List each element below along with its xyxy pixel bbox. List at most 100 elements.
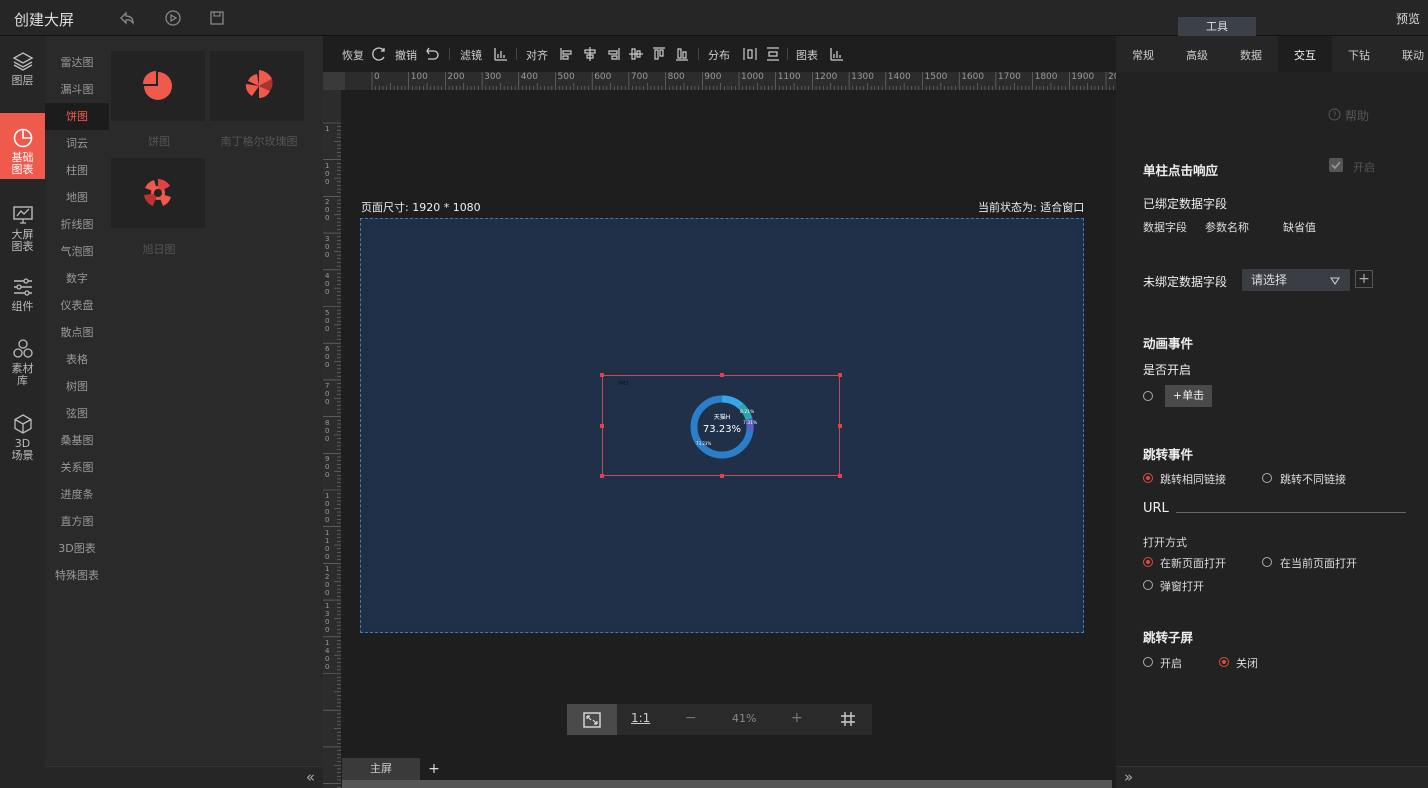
category-item[interactable]: 桑基图 [45,427,109,454]
tab-advanced[interactable]: 高级 [1186,47,1208,63]
diff-link-radio[interactable] [1262,473,1272,483]
help-link[interactable]: 帮助 [1345,107,1369,124]
category-item[interactable]: 散点图 [45,319,109,346]
back-icon[interactable] [118,9,136,27]
grid-icon[interactable] [841,712,855,726]
tool-tab[interactable]: 工具 [1178,17,1256,36]
category-item[interactable]: 数字 [45,265,109,292]
resize-handle[interactable] [720,373,724,377]
collapse-left-icon[interactable]: « [306,768,315,786]
tab-drilldown[interactable]: 下钻 [1348,47,1370,63]
tab-data[interactable]: 数据 [1240,47,1262,63]
category-item[interactable]: 表格 [45,346,109,373]
undo-icon[interactable] [424,46,440,62]
filter-button[interactable]: 滤镜 [460,47,482,63]
resize-handle[interactable] [600,474,604,478]
redo-button[interactable]: 恢复 [342,47,364,63]
category-item[interactable]: 进度条 [45,481,109,508]
align-vcenter-icon[interactable] [628,46,644,62]
align-right-icon[interactable] [605,46,621,62]
popup-radio[interactable] [1143,580,1153,590]
nav-basic-charts[interactable]: 基础 图表 [0,113,45,179]
horizontal-scrollbar[interactable] [342,780,1112,788]
align-left-icon[interactable] [559,46,575,62]
category-item[interactable]: 仪表盘 [45,292,109,319]
bar-chart-icon[interactable] [493,46,509,62]
align-hcenter-icon[interactable] [582,46,598,62]
new-page-radio[interactable] [1143,557,1153,567]
enable-checkbox[interactable] [1329,158,1343,172]
nav-3d-scene[interactable]: 3D 场景 [0,413,45,469]
redo-icon[interactable] [371,46,387,62]
category-item[interactable]: 折线图 [45,211,109,238]
resize-handle[interactable] [600,373,604,377]
bar-chart-icon[interactable] [829,46,845,62]
category-item[interactable]: 特殊图表 [45,562,109,589]
selected-chart-widget[interactable]: PM2 天猫H 73.23% 8.21% 7.31% 73.23% [600,373,842,478]
nav-layers[interactable]: 图层 [0,50,45,98]
screen-tab-main[interactable]: 主屏 [342,758,420,780]
resize-handle[interactable] [838,474,842,478]
unbound-fields-label: 未绑定数据字段 [1143,275,1228,289]
category-item[interactable]: 弦图 [45,400,109,427]
anim-enable-radio[interactable] [1143,391,1153,401]
zoom-out-button[interactable]: − [685,710,697,726]
nav-materials[interactable]: 素材 库 [0,338,45,394]
distribute-h-icon[interactable] [742,46,758,62]
resize-handle[interactable] [600,424,604,428]
save-icon[interactable] [208,9,226,27]
undo-button[interactable]: 撤销 [395,47,417,63]
align-top-icon[interactable] [651,46,667,62]
nav-label: 场景 [11,449,34,462]
resize-handle[interactable] [720,474,724,478]
rose-chart-icon [245,70,273,99]
collapse-right-icon[interactable]: » [1124,768,1133,786]
chart-button[interactable]: 图表 [796,47,818,63]
fit-window-button[interactable] [567,704,617,735]
thumb-pie[interactable] [111,51,205,121]
tab-linkage[interactable]: 联动 [1402,47,1424,63]
resize-handle[interactable] [838,373,842,377]
align-button[interactable]: 对齐 [526,47,548,63]
nav-big-screen-charts[interactable]: 大屏 图表 [0,204,45,256]
category-item[interactable]: 词云 [45,130,109,157]
jump-sub-heading: 跳转子屏 [1143,630,1194,645]
tab-general[interactable]: 常规 [1132,47,1154,63]
add-field-button[interactable]: + [1355,270,1373,288]
sub-on-radio[interactable] [1143,657,1153,667]
category-item[interactable]: 气泡图 [45,238,109,265]
category-item[interactable]: 直方图 [45,508,109,535]
preview-button[interactable]: 预览 [1396,10,1420,27]
donut-center-title: 天猫H [714,413,731,421]
category-item[interactable]: 树图 [45,373,109,400]
field-select[interactable]: 请选择 [1242,269,1350,291]
add-screen-button[interactable]: + [424,758,444,780]
thumb-rose[interactable] [210,51,304,121]
category-item[interactable]: 柱图 [45,157,109,184]
tab-interaction[interactable]: 交互 [1294,47,1316,63]
help-icon[interactable]: ? [1328,108,1341,121]
play-icon[interactable] [164,9,182,27]
thumb-sunburst[interactable] [111,158,205,228]
add-click-button[interactable]: +单击 [1165,385,1212,407]
category-item[interactable]: 雷达图 [45,49,109,76]
sub-off-radio[interactable] [1219,657,1229,667]
category-item[interactable]: 关系图 [45,454,109,481]
resize-handle[interactable] [838,424,842,428]
actual-size-button[interactable]: 1:1 [631,711,650,725]
nav-components[interactable]: 组件 [0,276,45,320]
category-item[interactable]: 地图 [45,184,109,211]
url-input[interactable] [1176,512,1406,513]
ruler-label: 1600 [961,72,985,82]
zoom-in-button[interactable]: + [791,710,803,726]
ruler-label: 500 [557,72,575,82]
category-item[interactable]: 3D图表 [45,535,109,562]
current-page-radio[interactable] [1262,557,1272,567]
right-panel-footer: » [1116,766,1428,788]
align-bottom-icon[interactable] [674,46,690,62]
distribute-v-icon[interactable] [765,46,781,62]
distribute-button[interactable]: 分布 [708,47,730,63]
category-item[interactable]: 饼图 [45,103,109,130]
category-item[interactable]: 漏斗图 [45,76,109,103]
same-link-radio[interactable] [1143,473,1153,483]
